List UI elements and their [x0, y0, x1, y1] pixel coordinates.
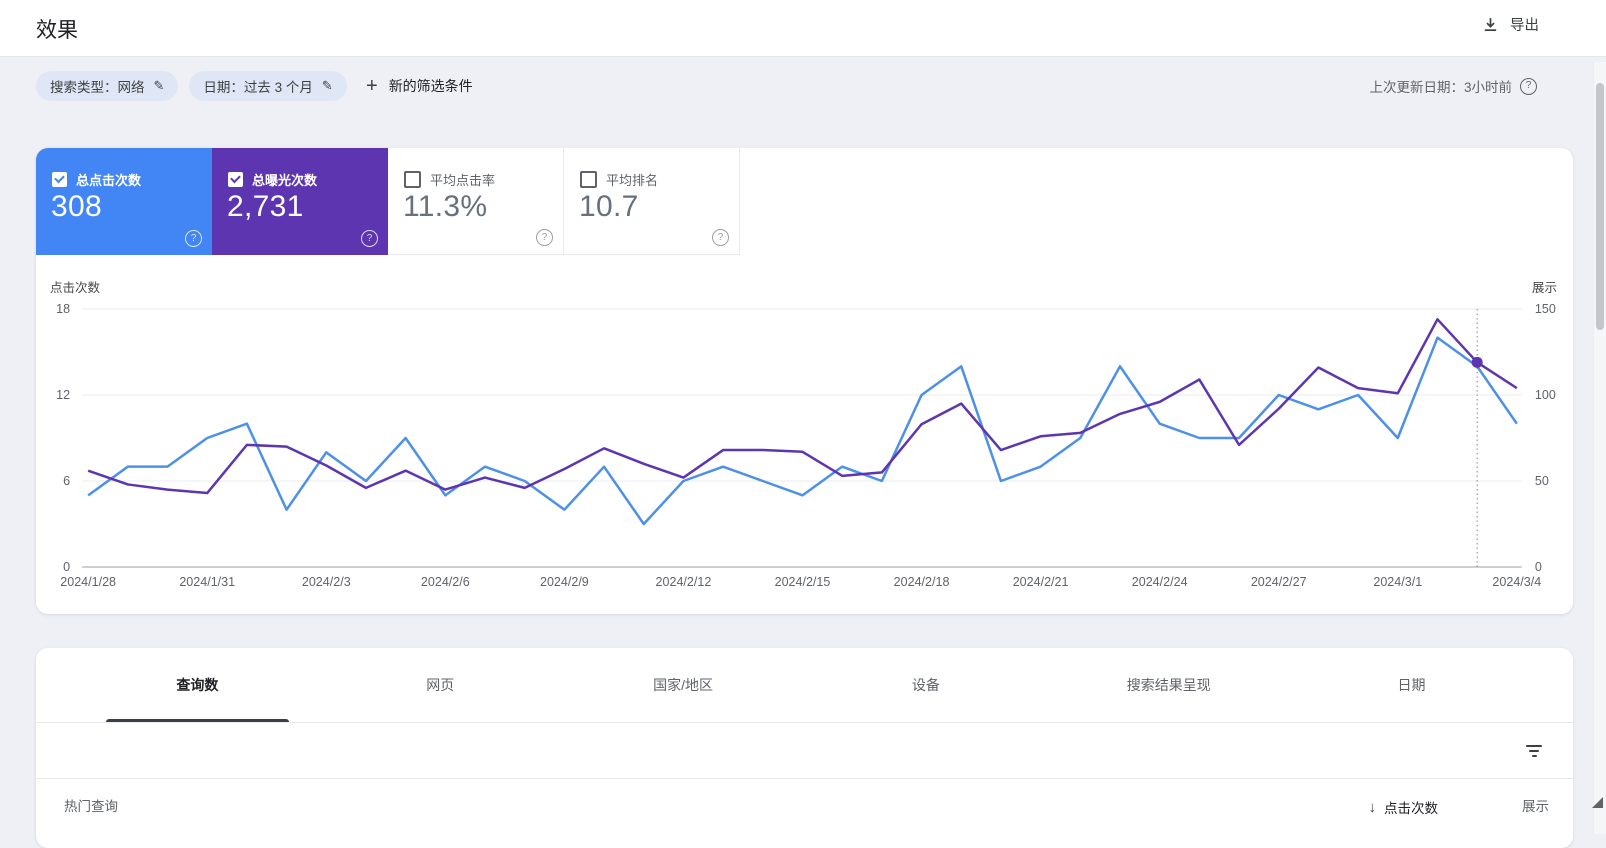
plus-icon: +: [366, 75, 378, 97]
left-axis-tick: 18: [56, 302, 70, 316]
filter-list-icon[interactable]: [1521, 738, 1547, 764]
x-axis-tick: 2024/3/1: [1373, 575, 1422, 589]
right-axis-label: 展示: [1531, 281, 1557, 295]
add-filter-button[interactable]: + 新的筛选条件: [360, 71, 479, 101]
dimension-tabs: 查询数 网页 国家/地区 设备 搜索结果呈现 日期: [36, 648, 1573, 723]
tab-pages[interactable]: 网页: [319, 648, 562, 722]
help-icon[interactable]: ?: [361, 230, 378, 247]
metric-label: 平均点击率: [430, 173, 496, 188]
left-axis-tick: 6: [63, 474, 70, 488]
metric-value: 10.7: [579, 190, 639, 223]
scroll-corner-icon: [1592, 797, 1603, 808]
chip-label: 搜索类型：网络: [50, 80, 145, 95]
x-axis-tick: 2024/2/6: [421, 575, 470, 589]
tab-queries[interactable]: 查询数: [76, 648, 319, 722]
filter-chip-date-range[interactable]: 日期：过去 3 个月 ✎: [189, 71, 347, 101]
left-axis-label: 点击次数: [50, 281, 101, 295]
tab-dates[interactable]: 日期: [1290, 648, 1533, 722]
table-filter-row: [36, 723, 1573, 779]
page-title: 效果: [36, 19, 78, 42]
x-axis-tick: 2024/2/24: [1132, 575, 1188, 589]
filter-bar: 搜索类型：网络 ✎ 日期：过去 3 个月 ✎ + 新的筛选条件 上次更新日期：3小时前…: [0, 56, 1606, 118]
x-axis-tick: 2024/2/21: [1013, 575, 1069, 589]
x-axis-tick: 2024/1/28: [60, 575, 116, 589]
tab-countries[interactable]: 国家/地区: [562, 648, 805, 722]
help-icon[interactable]: ?: [712, 229, 729, 246]
metric-label: 总曝光次数: [252, 173, 318, 188]
checkbox-checked-icon[interactable]: [228, 172, 243, 187]
right-axis-tick: 0: [1535, 560, 1542, 574]
right-axis-tick: 100: [1535, 388, 1556, 402]
checkbox-unchecked-icon[interactable]: [404, 171, 421, 188]
right-axis-tick: 150: [1535, 302, 1556, 316]
x-axis-tick: 2024/2/27: [1251, 575, 1307, 589]
x-axis-tick: 2024/2/18: [894, 575, 950, 589]
performance-page: 效果 导出 搜索类型：网络 ✎ 日期：过去 3 个月 ✎ + 新的筛选条件 上次更新日…: [0, 0, 1606, 848]
hover-point-marker: [1471, 356, 1483, 368]
help-icon[interactable]: ?: [536, 229, 553, 246]
column-header-impressions[interactable]: 展示: [1522, 779, 1549, 835]
filter-chips: 搜索类型：网络 ✎ 日期：过去 3 个月 ✎: [36, 71, 347, 101]
edit-pencil-icon: ✎: [321, 78, 333, 93]
help-icon[interactable]: ?: [185, 230, 202, 247]
tab-devices[interactable]: 设备: [804, 648, 1047, 722]
left-axis-tick: 12: [56, 388, 70, 402]
chip-label: 日期：过去 3 个月: [203, 80, 313, 95]
table-header-row: 热门查询 ↓ 点击次数 展示: [36, 779, 1573, 835]
metric-value: 11.3%: [403, 190, 488, 223]
performance-chart[interactable]: 18 15012 1006 500 02024/1/28 2024/1/31 2024/2/…: [42, 299, 1567, 591]
x-axis-tick: 2024/2/9: [540, 575, 589, 589]
x-axis-tick: 2024/1/31: [179, 575, 235, 589]
metric-card-total-impressions[interactable]: 总曝光次数 2,731?: [212, 148, 388, 255]
x-axis-tick: 2024/2/12: [656, 575, 712, 589]
scrollbar-thumb[interactable]: [1596, 83, 1604, 330]
metrics-row: 总点击次数 308? 总曝光次数 2,731? 平均点击率 11.3%? 平均排名 10.7?: [36, 148, 1573, 255]
export-label: 导出: [1510, 18, 1539, 34]
table-card: 查询数 网页 国家/地区 设备 搜索结果呈现 日期 热门查询 ↓ 点击次数 展示: [36, 648, 1573, 848]
tab-search-appearance[interactable]: 搜索结果呈现: [1047, 648, 1290, 722]
chart-area: 点击次数 展示 18 150 12 100 6 50 0 0 2024/1/28 2024/1/3…: [36, 255, 1573, 614]
header: 效果 导出: [0, 0, 1606, 57]
help-icon[interactable]: ?: [1520, 77, 1537, 95]
clicks-line: [87, 336, 1518, 526]
metric-value: 308: [51, 190, 102, 223]
x-axis-tick: 2024/3/4: [1492, 575, 1541, 589]
edit-pencil-icon: ✎: [153, 78, 165, 93]
x-axis-tick: 2024/2/3: [302, 575, 351, 589]
add-filter-label: 新的筛选条件: [388, 78, 473, 94]
last-updated-text: 上次更新日期：3小时前: [1369, 80, 1512, 95]
metric-label: 总点击次数: [76, 173, 142, 188]
last-updated: 上次更新日期：3小时前 ?: [1369, 76, 1537, 96]
metric-label: 平均排名: [606, 173, 659, 188]
metric-card-average-ctr[interactable]: 平均点击率 11.3%?: [388, 148, 564, 255]
impressions-line: [87, 318, 1518, 495]
clicks-column-label: 点击次数: [1384, 801, 1438, 816]
left-axis-tick: 0: [63, 560, 70, 574]
column-header-queries[interactable]: 热门查询: [64, 779, 118, 835]
metric-card-average-position[interactable]: 平均排名 10.7?: [564, 148, 740, 255]
column-header-clicks[interactable]: ↓ 点击次数: [1369, 779, 1439, 835]
metric-value: 2,731: [227, 190, 304, 223]
x-axis-tick: 2024/2/15: [775, 575, 831, 589]
metric-card-total-clicks[interactable]: 总点击次数 308?: [36, 148, 212, 255]
right-axis-tick: 50: [1535, 474, 1549, 488]
checkbox-unchecked-icon[interactable]: [580, 171, 597, 188]
export-button[interactable]: 导出: [1476, 13, 1545, 36]
chart-card: 总点击次数 308? 总曝光次数 2,731? 平均点击率 11.3%? 平均排名 10.7?…: [36, 148, 1573, 614]
filter-chip-search-type[interactable]: 搜索类型：网络 ✎: [36, 71, 179, 101]
checkbox-checked-icon[interactable]: [52, 172, 67, 187]
download-icon: [1482, 16, 1499, 33]
sort-desc-icon: ↓: [1368, 798, 1377, 816]
